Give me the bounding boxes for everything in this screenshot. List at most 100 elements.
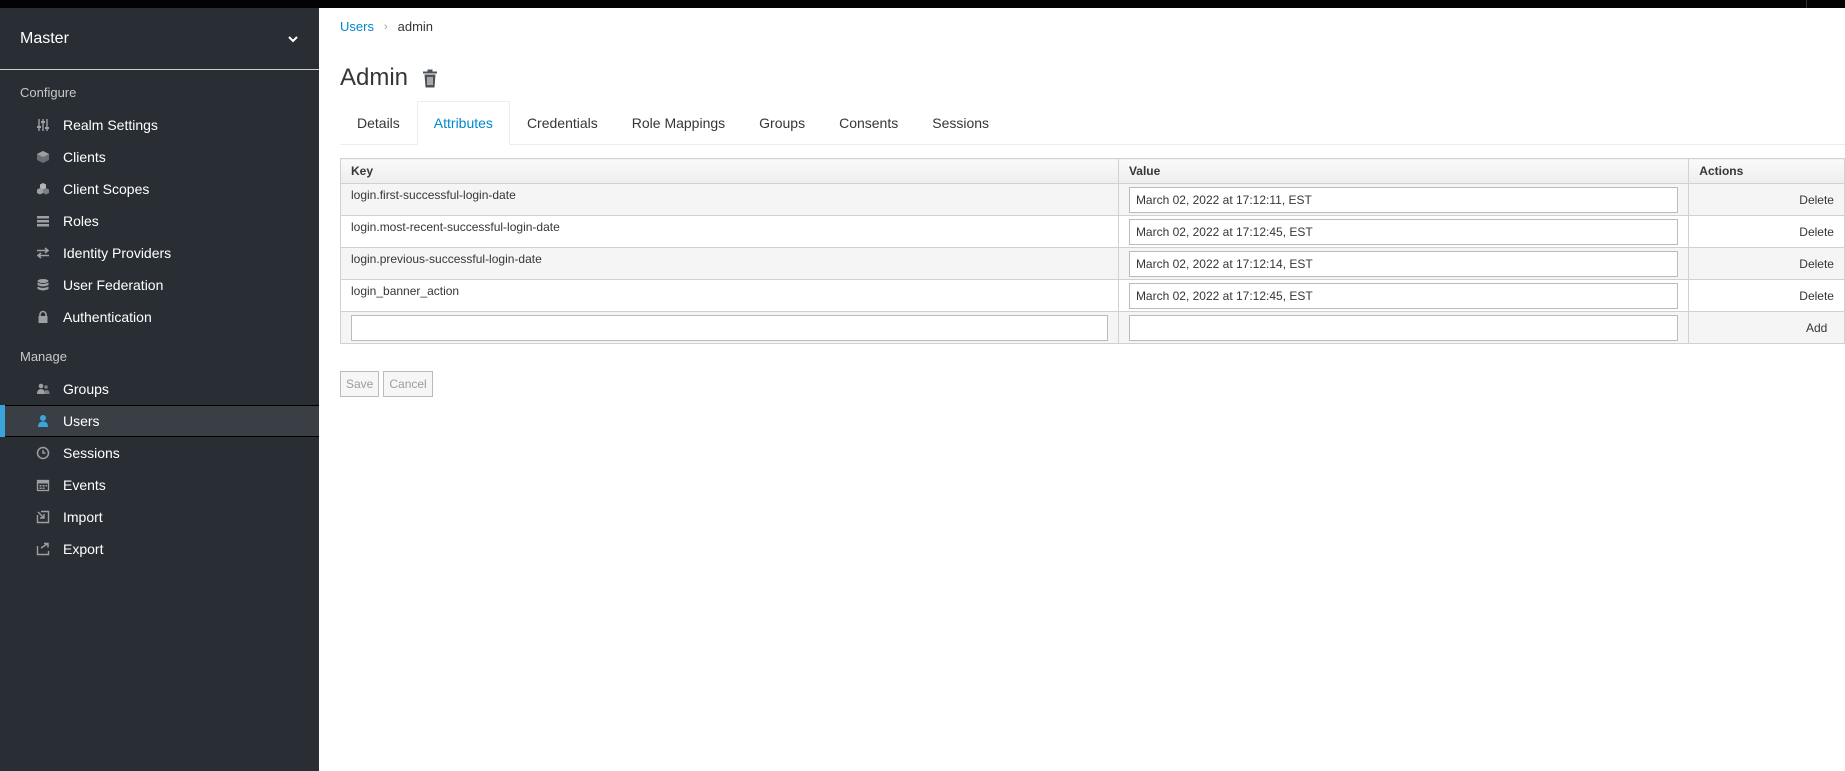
main-content: Users › admin Admin Details Attributes C… bbox=[319, 8, 1845, 771]
sidebar-item-authentication[interactable]: Authentication bbox=[0, 301, 319, 333]
page-title: Admin bbox=[340, 64, 438, 92]
actions-cell: Delete bbox=[1688, 215, 1845, 248]
sidebar-item-import[interactable]: Import bbox=[0, 501, 319, 533]
sidebar-item-label: Sessions bbox=[63, 445, 120, 461]
delete-button[interactable]: Delete bbox=[1799, 193, 1834, 207]
tab-groups[interactable]: Groups bbox=[742, 101, 822, 144]
attributes-table: Key Value Actions login.first-successful… bbox=[340, 158, 1845, 344]
cancel-button[interactable]: Cancel bbox=[383, 371, 433, 397]
manage-section-title: Manage bbox=[20, 349, 67, 364]
sidebar-item-label: Events bbox=[63, 477, 106, 493]
sidebar-item-label: User Federation bbox=[63, 277, 164, 293]
tab-attributes[interactable]: Attributes bbox=[416, 101, 510, 145]
clock-icon bbox=[36, 446, 50, 460]
sidebar-item-realm-settings[interactable]: Realm Settings bbox=[0, 109, 319, 141]
sidebar-item-label: Identity Providers bbox=[63, 245, 172, 261]
realm-selector[interactable]: Master bbox=[0, 8, 319, 70]
chevron-down-icon bbox=[288, 35, 298, 42]
save-button[interactable]: Save bbox=[340, 371, 380, 397]
new-key-input[interactable] bbox=[351, 314, 1108, 341]
attribute-key: login.previous-successful-login-date bbox=[340, 247, 1119, 280]
new-value-cell bbox=[1117, 311, 1690, 344]
sidebar-item-label: Users bbox=[63, 413, 100, 429]
breadcrumb: Users › admin bbox=[340, 19, 433, 34]
table-row: login_banner_action Delete bbox=[340, 279, 1845, 312]
attribute-value-cell bbox=[1117, 279, 1690, 312]
cubes-icon bbox=[36, 182, 50, 196]
table-header-row: Key Value Actions bbox=[340, 158, 1845, 184]
new-attribute-row: Add bbox=[340, 311, 1845, 344]
trash-icon[interactable] bbox=[422, 69, 438, 88]
actions-cell: Add bbox=[1688, 311, 1845, 344]
table-row: login.first-successful-login-date Delete bbox=[340, 183, 1845, 216]
delete-button[interactable]: Delete bbox=[1799, 257, 1834, 271]
sidebar-item-users[interactable]: Users bbox=[0, 405, 319, 437]
cube-icon bbox=[36, 150, 50, 164]
tab-consents[interactable]: Consents bbox=[822, 101, 915, 144]
attribute-value-cell bbox=[1117, 215, 1690, 248]
attribute-value-cell bbox=[1117, 183, 1690, 216]
column-header-key: Key bbox=[340, 158, 1119, 184]
actions-cell: Delete bbox=[1688, 247, 1845, 280]
sidebar-item-sessions[interactable]: Sessions bbox=[0, 437, 319, 469]
page-title-text: Admin bbox=[340, 64, 409, 91]
tab-credentials[interactable]: Credentials bbox=[510, 101, 615, 144]
attribute-value-input[interactable] bbox=[1128, 282, 1679, 309]
sliders-icon bbox=[36, 118, 50, 132]
delete-button[interactable]: Delete bbox=[1799, 225, 1834, 239]
sidebar-item-events[interactable]: Events bbox=[0, 469, 319, 501]
breadcrumb-separator: › bbox=[383, 20, 388, 33]
sidebar-item-identity-providers[interactable]: Identity Providers bbox=[0, 237, 319, 269]
sidebar-item-label: Groups bbox=[63, 381, 109, 397]
table-row: login.most-recent-successful-login-date … bbox=[340, 215, 1845, 248]
users-icon bbox=[36, 382, 50, 396]
sidebar-item-user-federation[interactable]: User Federation bbox=[0, 269, 319, 301]
manage-nav: Groups Users Sessions Events Import Expo… bbox=[0, 373, 319, 565]
sidebar-item-label: Export bbox=[63, 541, 104, 557]
attribute-value-input[interactable] bbox=[1128, 218, 1679, 245]
sidebar-item-client-scopes[interactable]: Client Scopes bbox=[0, 173, 319, 205]
tab-role-mappings[interactable]: Role Mappings bbox=[615, 101, 742, 144]
sidebar-item-roles[interactable]: Roles bbox=[0, 205, 319, 237]
configure-section-title: Configure bbox=[20, 85, 77, 100]
export-icon bbox=[36, 542, 50, 556]
configure-nav: Realm Settings Clients Client Scopes Rol… bbox=[0, 109, 319, 333]
attribute-key: login_banner_action bbox=[340, 279, 1119, 312]
attribute-value-input[interactable] bbox=[1128, 186, 1679, 213]
sidebar-item-label: Roles bbox=[63, 213, 99, 229]
calendar-icon bbox=[36, 478, 50, 492]
lock-icon bbox=[36, 310, 50, 324]
new-value-input[interactable] bbox=[1128, 314, 1679, 341]
actions-cell: Delete bbox=[1688, 183, 1845, 216]
tab-sessions[interactable]: Sessions bbox=[915, 101, 1006, 144]
new-key-cell bbox=[340, 311, 1119, 344]
exchange-icon bbox=[36, 246, 50, 260]
breadcrumb-current: admin bbox=[397, 19, 434, 34]
list-icon bbox=[36, 214, 50, 228]
sidebar-item-label: Import bbox=[63, 509, 103, 525]
attribute-value-input[interactable] bbox=[1128, 250, 1679, 277]
add-button[interactable]: Add bbox=[1806, 321, 1827, 335]
sidebar-item-label: Realm Settings bbox=[63, 117, 158, 133]
realm-name: Master bbox=[20, 29, 69, 47]
database-icon bbox=[36, 278, 50, 292]
sidebar-item-clients[interactable]: Clients bbox=[0, 141, 319, 173]
import-icon bbox=[36, 510, 50, 524]
top-bar bbox=[0, 0, 1845, 8]
tab-details[interactable]: Details bbox=[340, 101, 417, 144]
attribute-value-cell bbox=[1117, 247, 1690, 280]
form-buttons: Save Cancel bbox=[340, 371, 433, 397]
sidebar: Master Configure Realm Settings Clients … bbox=[0, 8, 319, 771]
sidebar-item-label: Client Scopes bbox=[63, 181, 150, 197]
column-header-value: Value bbox=[1117, 158, 1690, 184]
sidebar-item-label: Authentication bbox=[63, 309, 152, 325]
sidebar-item-groups[interactable]: Groups bbox=[0, 373, 319, 405]
sidebar-item-export[interactable]: Export bbox=[0, 533, 319, 565]
column-header-actions: Actions bbox=[1688, 158, 1845, 184]
sidebar-item-label: Clients bbox=[63, 149, 106, 165]
tab-bar: Details Attributes Credentials Role Mapp… bbox=[340, 101, 1845, 145]
table-row: login.previous-successful-login-date Del… bbox=[340, 247, 1845, 280]
attribute-key: login.first-successful-login-date bbox=[340, 183, 1119, 216]
breadcrumb-users-link[interactable]: Users bbox=[340, 19, 374, 34]
delete-button[interactable]: Delete bbox=[1799, 289, 1834, 303]
